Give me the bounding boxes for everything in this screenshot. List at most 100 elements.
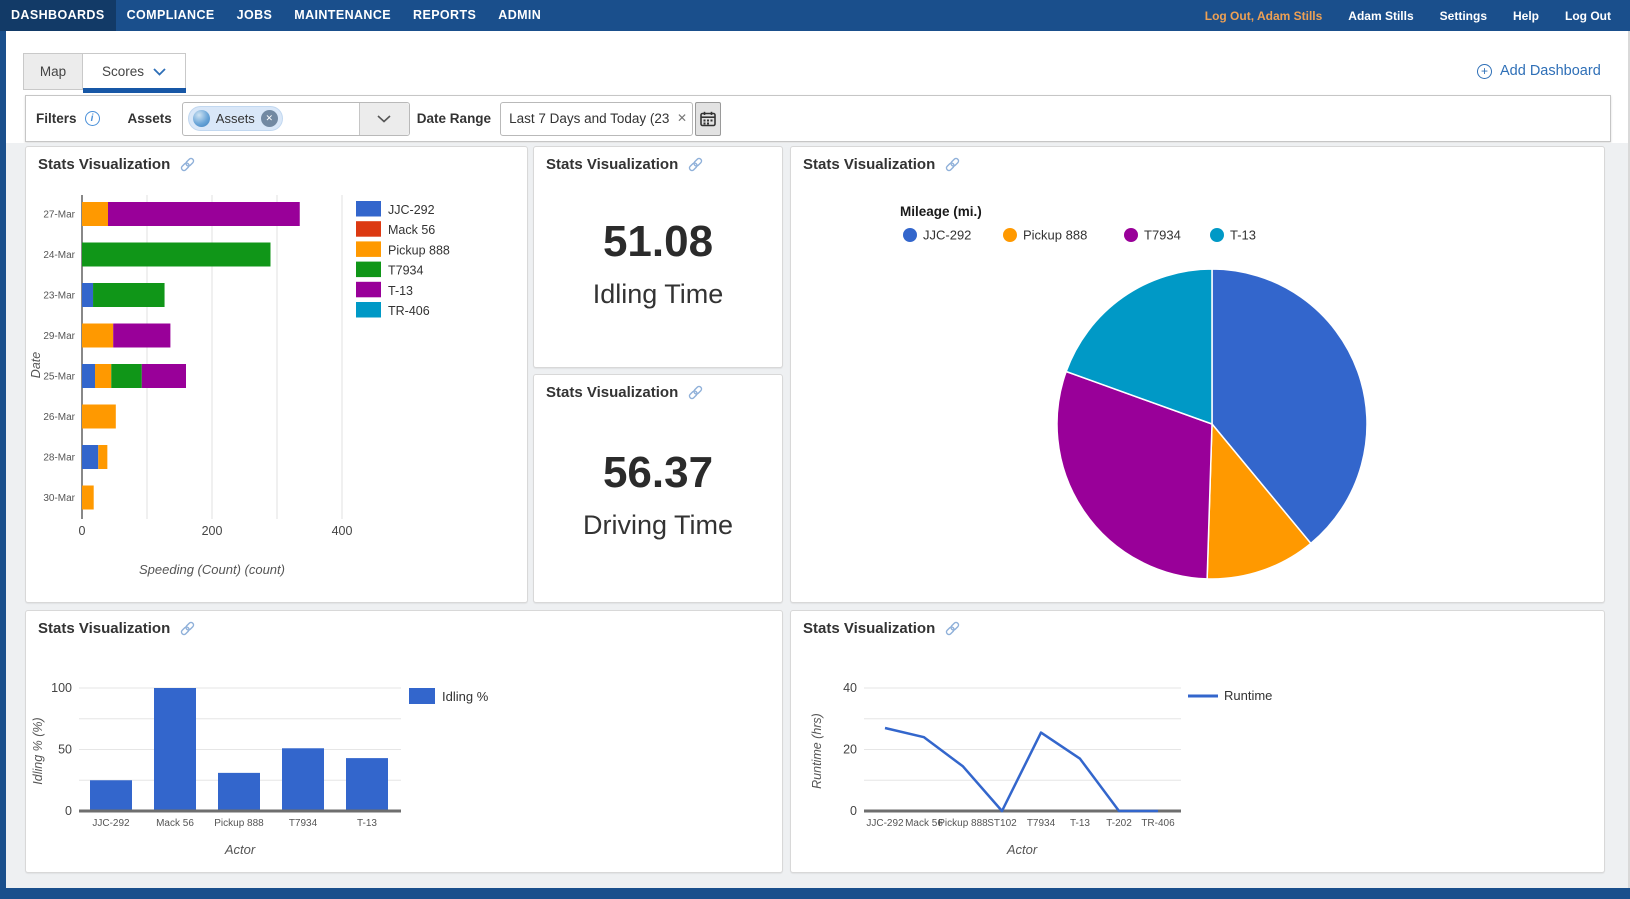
link-icon[interactable] (944, 620, 961, 637)
svg-text:26-Mar: 26-Mar (43, 412, 75, 423)
speeding-stacked-bar-chart: 27-Mar 24-Mar 23-Mar 29-Mar 25-Mar 26-Mar 28-M… (26, 187, 526, 604)
svg-text:0: 0 (65, 804, 72, 818)
mileage-pie-chart: Mileage (mi.) JJC-292 Pickup 888 T7934 T-13 (791, 187, 1603, 602)
svg-text:Actor: Actor (224, 842, 256, 857)
svg-text:Actor: Actor (1006, 842, 1038, 857)
svg-text:100: 100 (51, 681, 72, 695)
panel-driving-time-stat: Stats Visualization 56.37 Driving Time (533, 374, 783, 603)
nav-item-compliance[interactable]: COMPLIANCE (116, 0, 226, 31)
panel-speeding-stacked-bar: Stats Visualization 27-Mar 24-Mar 23-Mar 29… (25, 146, 528, 603)
settings-link[interactable]: Settings (1427, 9, 1500, 23)
driving-time-label: Driving Time (582, 510, 734, 540)
help-link[interactable]: Help (1500, 9, 1552, 23)
svg-text:JJC-292: JJC-292 (866, 818, 904, 829)
assets-label: Assets (127, 111, 172, 126)
panel-title: Stats Visualization (803, 156, 936, 173)
svg-text:T-13: T-13 (1070, 818, 1090, 829)
filter-bar: Filters i Assets Assets ✕ Date Range ✕ (25, 95, 1611, 142)
svg-text:Mack 56: Mack 56 (156, 818, 194, 829)
assets-chip-label: Assets (215, 111, 255, 126)
svg-text:JJC-292: JJC-292 (388, 203, 435, 217)
panel-header: Stats Visualization (791, 611, 1604, 637)
panel-header: Stats Visualization (26, 147, 527, 173)
svg-text:50: 50 (58, 743, 72, 757)
link-icon[interactable] (944, 156, 961, 173)
panel-header: Stats Visualization (534, 147, 782, 173)
svg-text:40: 40 (843, 681, 857, 695)
tab-scores-label: Scores (101, 64, 145, 79)
panel-title: Stats Visualization (546, 156, 679, 173)
panel-header: Stats Visualization (534, 375, 782, 401)
svg-text:Date: Date (29, 352, 43, 378)
svg-text:Speeding (Count) (count): Speeding (Count) (count) (139, 562, 285, 577)
svg-text:20: 20 (843, 743, 857, 757)
top-navbar: DASHBOARDS COMPLIANCE JOBS MAINTENANCE REPOR… (0, 0, 1630, 31)
stat-body: 56.37 Driving Time (534, 415, 782, 602)
link-icon[interactable] (687, 156, 704, 173)
svg-text:Runtime: Runtime (1224, 688, 1272, 703)
add-dashboard-label: Add Dashboard (1500, 63, 1601, 79)
chevron-down-icon (153, 67, 166, 76)
nav-item-admin[interactable]: ADMIN (487, 0, 552, 31)
nav-item-jobs[interactable]: JOBS (226, 0, 284, 31)
svg-text:400: 400 (332, 524, 353, 538)
navbar-right: Log Out, Adam Stills Adam Stills Setting… (1192, 0, 1630, 31)
info-icon[interactable]: i (84, 111, 100, 126)
calendar-button[interactable] (695, 101, 722, 136)
svg-text:Idling % (%): Idling % (%) (31, 717, 45, 784)
clear-date-range-icon[interactable]: ✕ (677, 111, 687, 125)
plus-circle-icon: + (1477, 63, 1492, 79)
runtime-line-chart: 0 20 40 JJC-292 Mack 56 Pickup 888 ST102 T7934 T… (791, 651, 1603, 871)
assets-select[interactable]: Assets ✕ (181, 101, 410, 136)
user-name-link[interactable]: Adam Stills (1335, 9, 1426, 23)
svg-text:Pickup 888: Pickup 888 (1023, 228, 1087, 243)
svg-text:T-202: T-202 (1106, 818, 1132, 829)
nav-item-reports[interactable]: REPORTS (402, 0, 487, 31)
assets-select-dropdown[interactable] (358, 102, 409, 135)
svg-text:T7934: T7934 (289, 818, 318, 829)
svg-text:Mack 56: Mack 56 (388, 223, 435, 237)
calendar-icon (700, 111, 716, 126)
date-range-wrap: ✕ (500, 101, 694, 136)
date-range-label: Date Range (416, 111, 492, 126)
assets-filter-chip: Assets ✕ (187, 106, 283, 131)
svg-text:JJC-292: JJC-292 (923, 228, 971, 243)
svg-text:29-Mar: 29-Mar (43, 331, 75, 342)
svg-text:T7934: T7934 (1144, 228, 1181, 243)
panel-idling-time-stat: Stats Visualization 51.08 Idling Time (533, 146, 783, 368)
svg-text:Pickup 888: Pickup 888 (214, 818, 264, 829)
idling-time-value: 51.08 (602, 216, 714, 266)
filters-label: Filters (36, 111, 77, 126)
remove-assets-filter-icon[interactable]: ✕ (260, 110, 278, 127)
idling-percent-bar-chart: 0 50 100 JJC-292 Mack 56 Pickup 888 T7934 T-13 A… (26, 651, 778, 871)
svg-text:30-Mar: 30-Mar (43, 493, 75, 504)
nav-item-maintenance[interactable]: MAINTENANCE (283, 0, 402, 31)
logout-link[interactable]: Log Out (1552, 9, 1624, 23)
tab-map[interactable]: Map (23, 53, 83, 90)
svg-text:25-Mar: 25-Mar (43, 372, 75, 383)
svg-text:Runtime (hrs): Runtime (hrs) (810, 713, 824, 789)
nav-item-dashboards[interactable]: DASHBOARDS (0, 0, 116, 31)
tab-map-label: Map (39, 64, 67, 79)
svg-text:Pickup 888: Pickup 888 (938, 818, 988, 829)
globe-icon (192, 110, 210, 127)
panel-mileage-pie: Stats Visualization Mileage (mi.) JJC-292… (790, 146, 1605, 603)
panel-title: Stats Visualization (38, 620, 171, 637)
svg-text:TR-406: TR-406 (388, 304, 430, 318)
chevron-down-icon (377, 114, 391, 123)
panel-header: Stats Visualization (791, 147, 1604, 173)
svg-text:Mileage (mi.): Mileage (mi.) (900, 204, 982, 219)
driving-time-value: 56.37 (602, 448, 714, 497)
add-dashboard-button[interactable]: + Add Dashboard (1477, 60, 1601, 82)
svg-text:28-Mar: 28-Mar (43, 453, 75, 464)
tab-scores[interactable]: Scores (83, 53, 186, 90)
link-icon[interactable] (179, 156, 196, 173)
link-icon[interactable] (687, 384, 704, 401)
svg-text:23-Mar: 23-Mar (43, 291, 75, 302)
date-range-input[interactable] (500, 101, 694, 136)
panel-title: Stats Visualization (803, 620, 936, 637)
panel-title: Stats Visualization (546, 384, 679, 401)
stat-body: 51.08 Idling Time (534, 187, 782, 367)
link-icon[interactable] (179, 620, 196, 637)
logout-user-link[interactable]: Log Out, Adam Stills (1192, 9, 1336, 23)
